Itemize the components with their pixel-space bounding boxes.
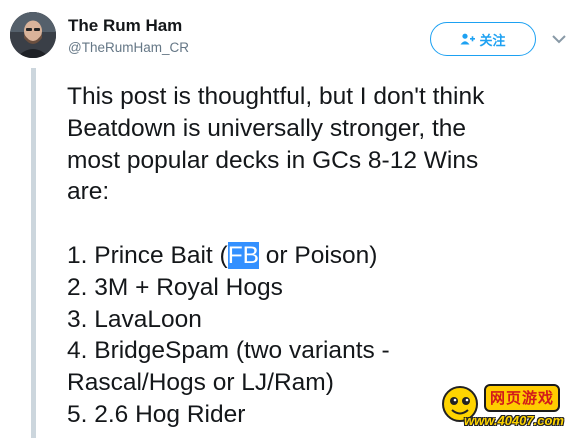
add-user-icon xyxy=(460,33,476,45)
list-item: 4. BridgeSpam (two variants - xyxy=(67,337,390,365)
list-item-text: or Poison) xyxy=(259,241,378,269)
avatar[interactable] xyxy=(10,12,56,58)
tweet-text-line: most popular decks in GCs 8-12 Wins xyxy=(67,146,479,174)
watermark-url: www.40407.com xyxy=(464,413,564,428)
chevron-down-icon[interactable] xyxy=(551,32,567,44)
watermark: 网页游戏 www.40407.com xyxy=(440,378,585,436)
follow-button[interactable]: 关注 xyxy=(430,22,536,56)
list-item: 1. Prince Bait (FB or Poison) xyxy=(67,240,577,272)
author-handle[interactable]: @TheRumHam_CR xyxy=(68,40,189,55)
list-item: 2. 3M + Royal Hogs xyxy=(67,273,283,301)
watermark-title: 网页游戏 xyxy=(484,384,561,412)
tweet-text-line: This post is thoughtful, but I don't thi… xyxy=(67,83,485,110)
follow-label: 关注 xyxy=(479,32,506,48)
tweet-text-line: Beatdown is universally stronger, the xyxy=(67,114,467,142)
tweet-text-line: are: xyxy=(67,178,110,206)
tweet-card: The Rum Ham @TheRumHam_CR 关注 This post i… xyxy=(0,0,587,438)
author-name[interactable]: The Rum Ham xyxy=(68,16,182,36)
selected-text: FB xyxy=(227,241,259,269)
thread-line xyxy=(31,68,36,438)
list-item-text: 1. Prince Bait ( xyxy=(67,241,228,269)
list-item: 3. LavaLoon xyxy=(67,305,202,333)
